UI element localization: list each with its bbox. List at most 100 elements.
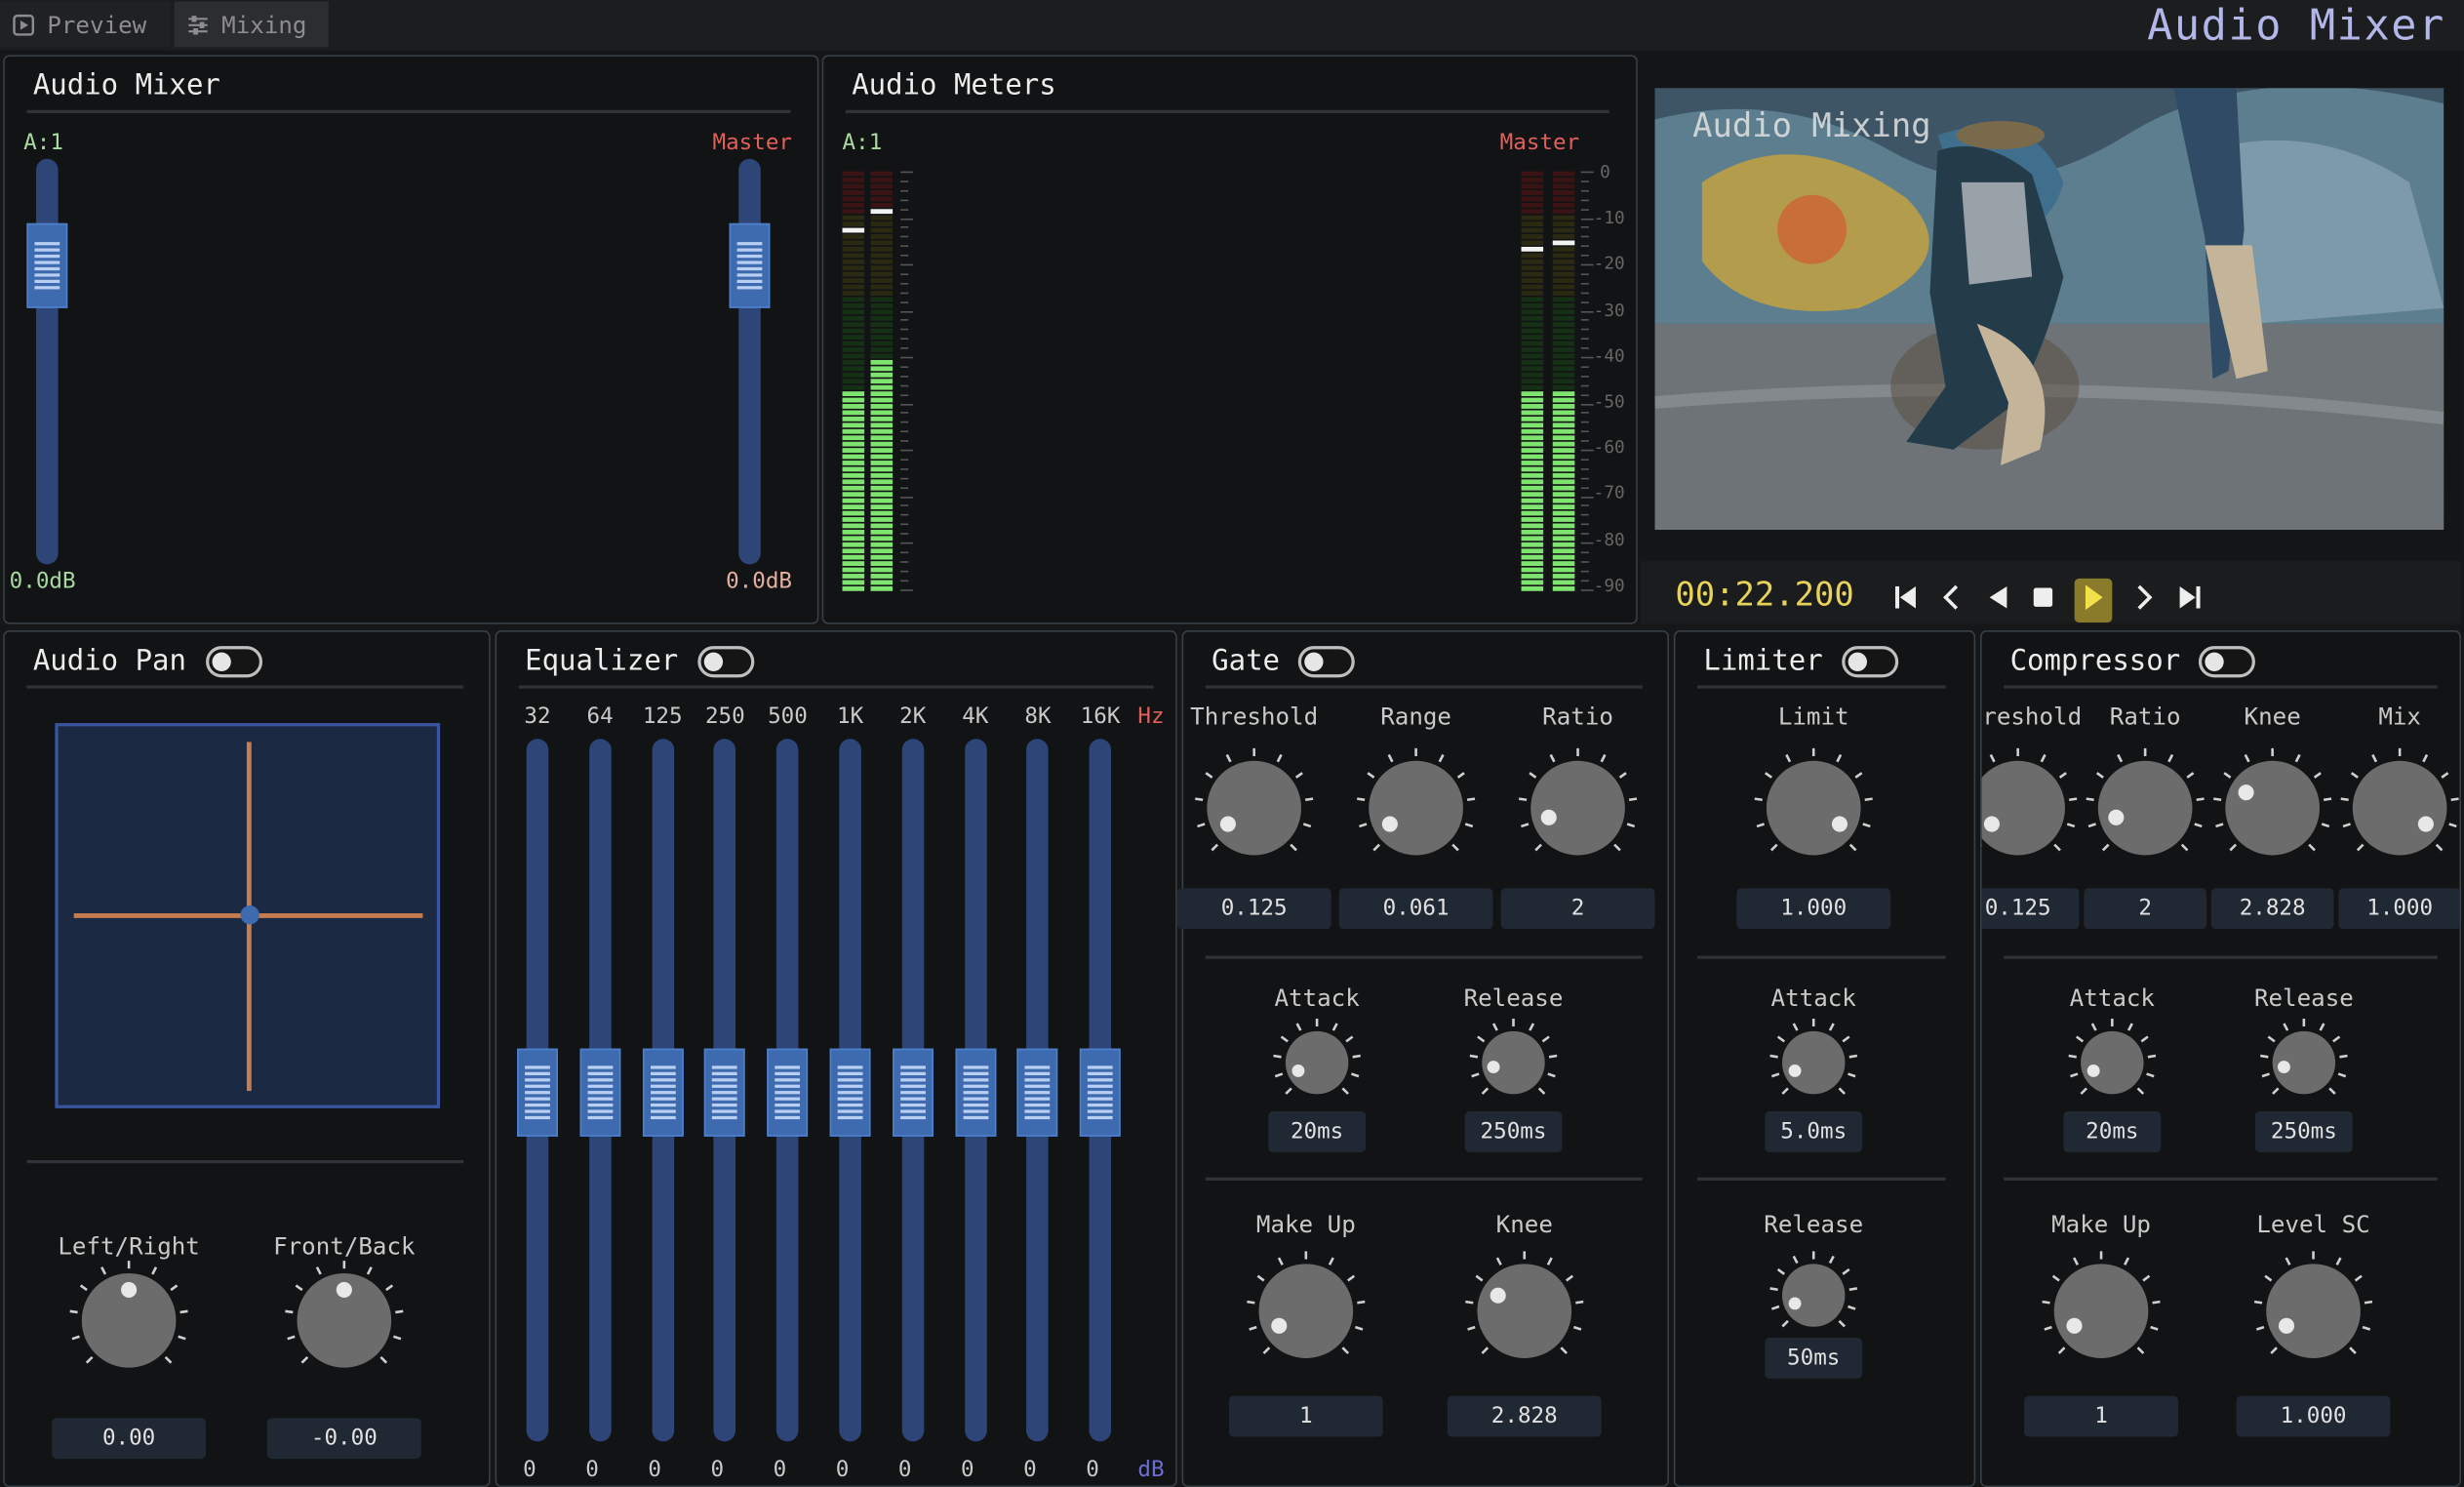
pan-pad[interactable]: [55, 723, 441, 1108]
limiter-attack-knob[interactable]: [1767, 1016, 1861, 1110]
sliders-icon: [187, 14, 210, 36]
pan-front-back-value[interactable]: -0.00: [266, 1418, 421, 1460]
eq-band-handle[interactable]: [517, 1048, 558, 1137]
meters-master-label: Master: [1499, 130, 1580, 156]
tab-preview[interactable]: Preview: [0, 1, 170, 48]
limiter-limit-value[interactable]: 1.000: [1736, 888, 1891, 930]
compressor-make-up-value[interactable]: 1: [2024, 1395, 2178, 1437]
eq-band-handle[interactable]: [954, 1048, 996, 1137]
gate-make-up-knob[interactable]: [1243, 1248, 1369, 1374]
compressor-mix-value[interactable]: 1.000: [2338, 888, 2460, 930]
limiter-release-label: Release: [1764, 1210, 1864, 1239]
mixer-a1-fader-handle[interactable]: [26, 222, 68, 308]
pan-front-back-label: Front/Back: [273, 1232, 416, 1262]
gate-threshold-value[interactable]: 0.125: [1176, 888, 1331, 930]
compressor-header: Compressor: [2010, 645, 2256, 677]
gate-range-value[interactable]: 0.061: [1338, 888, 1493, 930]
compressor-knee-knob[interactable]: [2209, 745, 2335, 871]
play-icon[interactable]: [2074, 578, 2113, 623]
gate-toggle[interactable]: [1298, 645, 1356, 677]
mixer-master-fader-track[interactable]: [738, 158, 761, 565]
gate-threshold-knob[interactable]: [1191, 745, 1317, 871]
audio-mixer-panel: Audio Mixer A:1 Master 0.0dB 0.0dB: [3, 55, 819, 624]
mixer-a1-fader-track[interactable]: [36, 158, 59, 565]
stop-icon[interactable]: [2029, 582, 2057, 620]
play-reverse-icon[interactable]: [1983, 582, 2011, 620]
gate-knee-value[interactable]: 2.828: [1447, 1395, 1602, 1437]
equalizer-toggle[interactable]: [696, 645, 754, 677]
skip-end-icon[interactable]: [2175, 582, 2204, 620]
compressor-attack-label: Attack: [2069, 984, 2155, 1013]
limiter-toggle[interactable]: [1841, 645, 1898, 677]
gate-knee-knob[interactable]: [1461, 1248, 1587, 1374]
audio-pan-panel: Audio Pan Left/Right 0.00 Front/Back -0.00: [3, 630, 491, 1487]
pan-position-dot[interactable]: [240, 904, 259, 925]
pan-left-right-label: Left/Right: [58, 1232, 200, 1262]
tab-preview-label: Preview: [47, 10, 147, 39]
eq-band-handle[interactable]: [579, 1048, 621, 1137]
compressor-threshold-knob[interactable]: [1981, 745, 2081, 871]
compressor-attack-value[interactable]: 20ms: [2063, 1111, 2162, 1152]
play-icon: [13, 14, 35, 36]
eq-band-handle[interactable]: [1080, 1048, 1122, 1137]
meter-scale-label: -90: [1593, 575, 1625, 596]
mixer-master-fader-handle[interactable]: [729, 222, 771, 308]
video-overlay-text: Audio Mixing: [1692, 106, 1931, 145]
limiter-release-value[interactable]: 50ms: [1765, 1338, 1863, 1379]
limiter-attack-value[interactable]: 5.0ms: [1765, 1111, 1863, 1152]
compressor-release-value[interactable]: 250ms: [2254, 1111, 2353, 1152]
meter-scale-label: -60: [1593, 437, 1625, 459]
audio-pan-toggle[interactable]: [205, 645, 262, 677]
limiter-release-knob[interactable]: [1767, 1248, 1861, 1343]
meter-a1-ticks: [897, 171, 916, 596]
compressor-make-up-knob[interactable]: [2039, 1248, 2165, 1374]
skip-start-icon[interactable]: [1892, 582, 1921, 620]
compressor-ratio-value[interactable]: 2: [2084, 888, 2206, 930]
pan-front-back-knob[interactable]: [281, 1258, 407, 1384]
meter-master-right: [1552, 171, 1575, 591]
preview-panel: Audio Mixing 00:22.200: [1640, 55, 2461, 624]
eq-band-freq-label: 2K: [899, 703, 927, 730]
equalizer-header: Equalizer: [525, 645, 754, 677]
compressor-level-sc-knob[interactable]: [2250, 1248, 2376, 1374]
step-forward-icon[interactable]: [2129, 582, 2158, 620]
eq-band-handle[interactable]: [892, 1048, 934, 1137]
gate-attack-value[interactable]: 20ms: [1268, 1111, 1367, 1152]
compressor-release-knob[interactable]: [2257, 1016, 2352, 1110]
gate-release-value[interactable]: 250ms: [1464, 1111, 1563, 1152]
compressor-ratio-knob[interactable]: [2083, 745, 2208, 871]
video-frame[interactable]: Audio Mixing: [1654, 88, 2444, 530]
gate-release-knob[interactable]: [1466, 1016, 1561, 1110]
pan-left-right-value[interactable]: 0.00: [52, 1418, 207, 1460]
eq-band-freq-label: 8K: [1024, 703, 1052, 730]
app-root: Preview Mixing Audio Mixer Audio Mixer A…: [0, 0, 2464, 1487]
compressor-attack-knob[interactable]: [2065, 1016, 2160, 1110]
eq-band-handle[interactable]: [1017, 1048, 1058, 1137]
compressor-release-label: Release: [2253, 984, 2354, 1013]
transport-controls: [1892, 578, 2204, 623]
eq-band-handle[interactable]: [829, 1048, 871, 1137]
compressor-knee-value[interactable]: 2.828: [2210, 888, 2334, 930]
gate-ratio-knob[interactable]: [1515, 745, 1641, 871]
limiter-title: Limiter: [1703, 644, 1823, 678]
eq-band-gain-label: 0: [773, 1457, 787, 1483]
compressor-mix-knob[interactable]: [2337, 745, 2460, 871]
pan-left-right-knob[interactable]: [66, 1258, 192, 1384]
gate-attack-knob[interactable]: [1270, 1016, 1365, 1110]
eq-band-handle[interactable]: [642, 1048, 684, 1137]
compressor-level-sc-value[interactable]: 1.000: [2236, 1395, 2391, 1437]
step-back-icon[interactable]: [1937, 582, 1966, 620]
gate-make-up-value[interactable]: 1: [1228, 1395, 1383, 1437]
eq-band-freq-label: 250: [704, 703, 745, 730]
gate-ratio-value[interactable]: 2: [1500, 888, 1655, 930]
gate-range-knob[interactable]: [1353, 745, 1479, 871]
eq-band-freq-label: 500: [768, 703, 808, 730]
compressor-threshold-value[interactable]: 0.125: [1981, 888, 2080, 930]
gate-range-label: Range: [1380, 703, 1451, 732]
limiter-limit-knob[interactable]: [1751, 745, 1877, 871]
tab-mixing[interactable]: Mixing: [174, 1, 329, 48]
eq-band-handle[interactable]: [704, 1048, 746, 1137]
meter-scale-label: -20: [1593, 254, 1625, 274]
compressor-toggle[interactable]: [2199, 645, 2256, 677]
eq-band-handle[interactable]: [767, 1048, 809, 1137]
